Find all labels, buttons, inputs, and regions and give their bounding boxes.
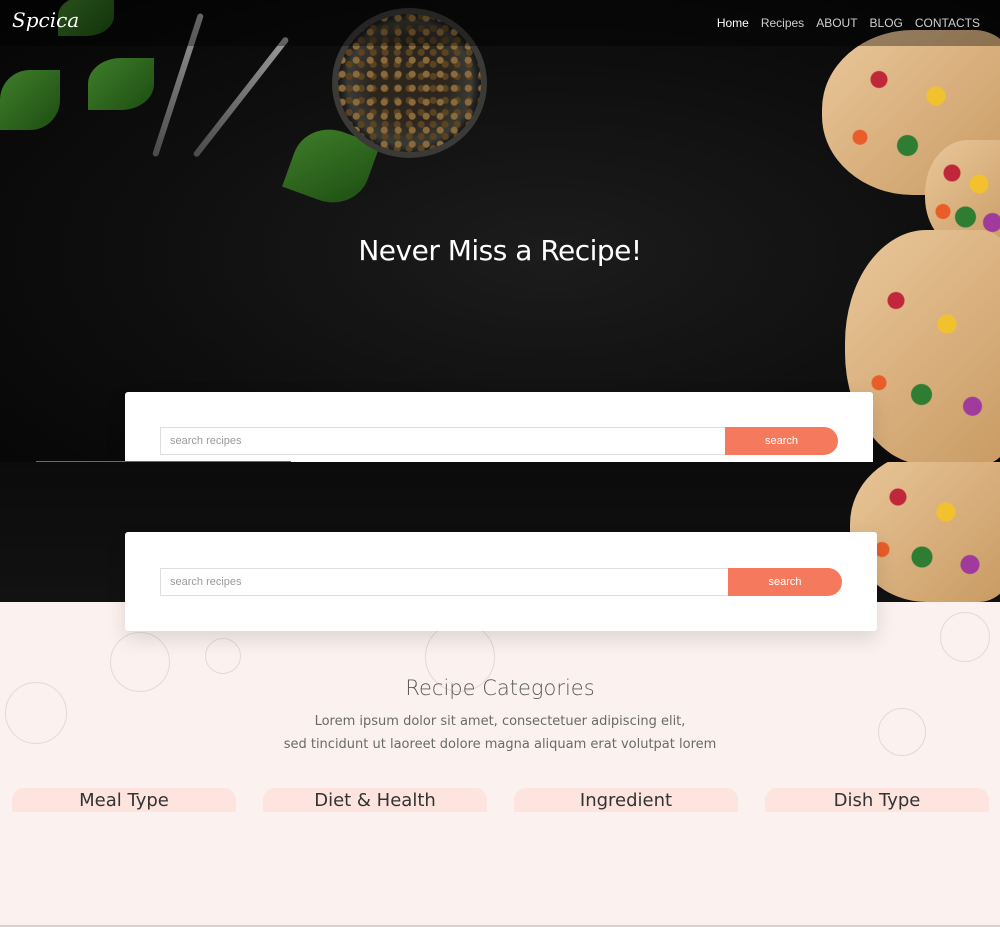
search-button[interactable]: search — [725, 427, 838, 455]
nav-item-home[interactable]: Home — [717, 16, 749, 30]
categories-title: Recipe Categories — [405, 676, 595, 700]
logo[interactable]: Spcica — [12, 8, 79, 32]
hero-section: Spcica Home Recipes ABOUT BLOG CONTACTS … — [0, 0, 1000, 462]
nav-item-contacts[interactable]: CONTACTS — [915, 16, 980, 30]
nav-item-recipes[interactable]: Recipes — [761, 16, 804, 30]
category-tab-ingredient[interactable]: Ingredient — [514, 788, 738, 812]
nav-item-blog[interactable]: BLOG — [870, 16, 903, 30]
basil-leaf-decoration — [0, 70, 60, 130]
search-input[interactable] — [160, 427, 726, 455]
vegetable-sketch-decoration — [205, 638, 241, 674]
category-tab-dish-type[interactable]: Dish Type — [765, 788, 989, 812]
category-tab-meal-type[interactable]: Meal Type — [12, 788, 236, 812]
hero-title: Never Miss a Recipe! — [358, 234, 642, 267]
category-tab-diet-health[interactable]: Diet & Health — [263, 788, 487, 812]
search-card-scrolled: search — [125, 532, 877, 631]
search-card: search — [125, 392, 873, 462]
recipe-categories-section: Recipe Categories Lorem ipsum dolor sit … — [0, 602, 1000, 927]
fork-decoration — [192, 36, 290, 158]
vegetable-sketch-decoration — [940, 612, 990, 662]
search-button-scrolled[interactable]: search — [728, 568, 842, 596]
search-input-scrolled[interactable] — [160, 568, 729, 596]
categories-description-line-2: sed tincidunt ut laoreet dolore magna al… — [283, 737, 717, 752]
categories-description-line-1: Lorem ipsum dolor sit amet, consectetuer… — [314, 714, 686, 729]
top-navigation: Spcica Home Recipes ABOUT BLOG CONTACTS — [0, 0, 1000, 46]
basil-leaf-decoration — [88, 58, 154, 110]
categories-description: Lorem ipsum dolor sit amet, consectetuer… — [0, 710, 1000, 756]
nav-item-about[interactable]: ABOUT — [816, 16, 857, 30]
nav-menu: Home Recipes ABOUT BLOG CONTACTS — [717, 16, 980, 30]
